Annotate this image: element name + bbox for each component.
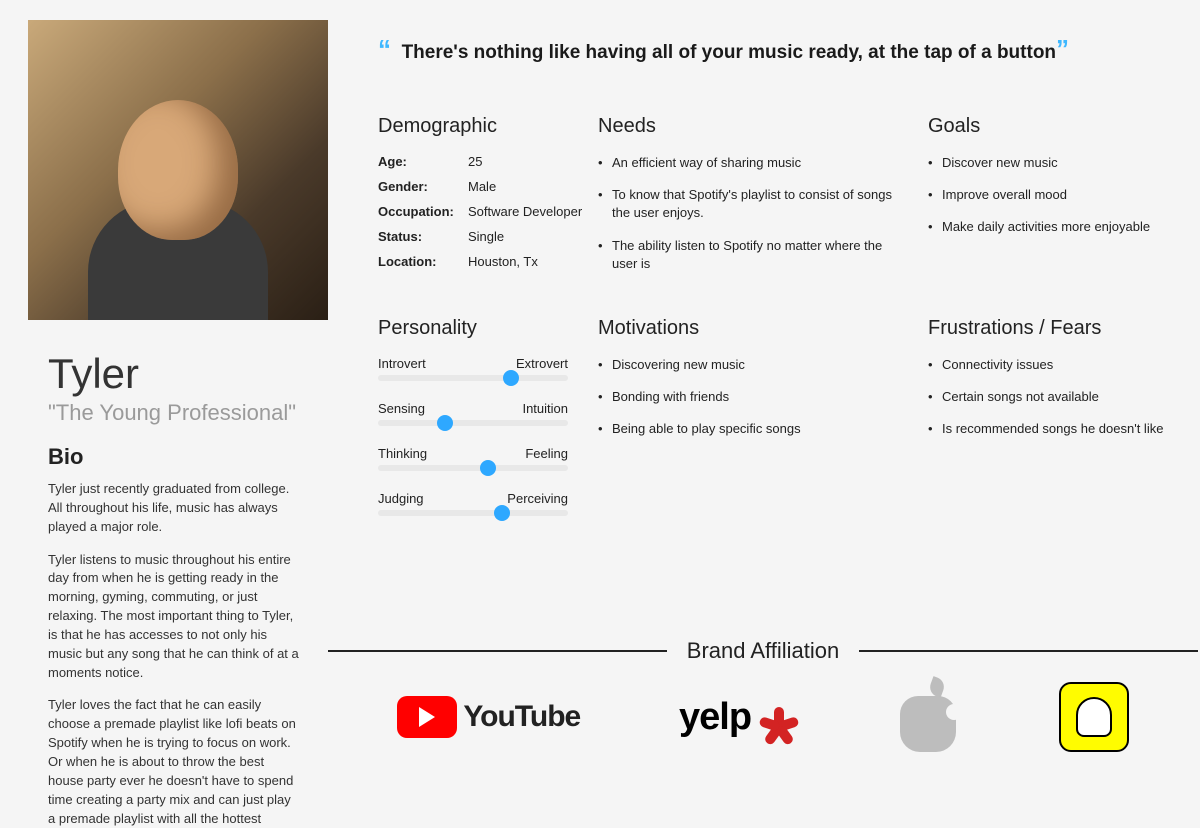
trait-right-label: Intuition xyxy=(522,401,568,416)
youtube-icon xyxy=(397,696,457,738)
goals-heading: Goals xyxy=(928,115,1198,138)
snapchat-ghost-icon xyxy=(1076,697,1112,737)
yelp-logo: yelp xyxy=(679,695,801,739)
personality-trait: Sensing Intuition xyxy=(378,401,568,426)
demographic-value: Male xyxy=(468,179,496,194)
trait-knob xyxy=(503,370,519,386)
list-item: Connectivity issues xyxy=(928,356,1178,374)
persona-photo xyxy=(28,20,328,320)
demographic-section: Demographic Age:25Gender:MaleOccupation:… xyxy=(378,115,598,287)
personality-trait: Introvert Extrovert xyxy=(378,356,568,381)
personality-trait: Thinking Feeling xyxy=(378,446,568,471)
motivations-heading: Motivations xyxy=(598,317,928,340)
youtube-logo: YouTube xyxy=(397,696,580,738)
trait-left-label: Judging xyxy=(378,491,424,506)
open-quote-icon: “ xyxy=(378,34,391,64)
frustrations-heading: Frustrations / Fears xyxy=(928,317,1198,340)
trait-right-label: Perceiving xyxy=(507,491,568,506)
trait-left-label: Sensing xyxy=(378,401,425,416)
trait-left-label: Introvert xyxy=(378,356,426,371)
trait-knob xyxy=(480,460,496,476)
divider xyxy=(859,650,1198,652)
bio-paragraph: Tyler just recently graduated from colle… xyxy=(48,480,300,537)
demographic-heading: Demographic xyxy=(378,115,598,138)
demographic-label: Age: xyxy=(378,154,468,169)
list-item: Discover new music xyxy=(928,154,1178,172)
demographic-label: Location: xyxy=(378,254,468,269)
demographic-value: 25 xyxy=(468,154,482,169)
trait-left-label: Thinking xyxy=(378,446,427,461)
needs-heading: Needs xyxy=(598,115,928,138)
bio-heading: Bio xyxy=(48,444,308,470)
demographic-row: Gender:Male xyxy=(378,179,598,194)
brand-heading: Brand Affiliation xyxy=(687,638,839,664)
quote-text: There's nothing like having all of your … xyxy=(402,42,1056,63)
personality-heading: Personality xyxy=(378,317,598,340)
main-content: “ There's nothing like having all of you… xyxy=(328,0,1200,776)
list-item: An efficient way of sharing music xyxy=(598,154,908,172)
yelp-burst-icon xyxy=(757,695,801,739)
needs-section: Needs An efficient way of sharing music T… xyxy=(598,115,928,287)
snapchat-logo xyxy=(1059,682,1129,752)
bio-paragraph: Tyler loves the fact that he can easily … xyxy=(48,696,300,828)
demographic-value: Software Developer xyxy=(468,204,582,219)
demographic-value: Houston, Tx xyxy=(468,254,538,269)
persona-quote: “ There's nothing like having all of you… xyxy=(378,34,1198,65)
list-item: The ability listen to Spotify no matter … xyxy=(598,237,908,273)
motivations-section: Motivations Discovering new music Bonding… xyxy=(598,317,928,536)
personality-section: Personality Introvert Extrovert Sensing Int… xyxy=(378,317,598,536)
demographic-value: Single xyxy=(468,229,504,244)
trait-slider xyxy=(378,375,568,381)
list-item: Certain songs not available xyxy=(928,388,1178,406)
apple-leaf-icon xyxy=(927,676,946,698)
list-item: Discovering new music xyxy=(598,356,908,374)
list-item: Bonding with friends xyxy=(598,388,908,406)
trait-knob xyxy=(437,415,453,431)
trait-knob xyxy=(494,505,510,521)
list-item: Improve overall mood xyxy=(928,186,1178,204)
trait-right-label: Extrovert xyxy=(516,356,568,371)
list-item: Being able to play specific songs xyxy=(598,420,908,438)
youtube-wordmark: YouTube xyxy=(463,700,580,734)
apple-logo xyxy=(900,682,960,752)
demographic-label: Status: xyxy=(378,229,468,244)
yelp-wordmark: yelp xyxy=(679,696,751,739)
persona-tagline: "The Young Professional" xyxy=(48,400,308,426)
list-item: Is recommended songs he doesn't like xyxy=(928,420,1178,438)
list-item: Make daily activities more enjoyable xyxy=(928,218,1178,236)
demographic-row: Status:Single xyxy=(378,229,598,244)
bio-paragraph: Tyler listens to music throughout his en… xyxy=(48,551,300,683)
sidebar: Tyler "The Young Professional" Bio Tyler… xyxy=(0,0,328,776)
list-item: To know that Spotify's playlist to consi… xyxy=(598,186,908,222)
trait-slider xyxy=(378,465,568,471)
close-quote-icon: ” xyxy=(1056,34,1069,64)
demographic-row: Age:25 xyxy=(378,154,598,169)
goals-section: Goals Discover new music Improve overall … xyxy=(928,115,1198,287)
divider xyxy=(328,650,667,652)
brand-affiliation-section: Brand Affiliation YouTube yelp xyxy=(328,638,1198,752)
trait-slider xyxy=(378,420,568,426)
trait-right-label: Feeling xyxy=(525,446,568,461)
apple-icon xyxy=(900,696,956,752)
persona-name: Tyler xyxy=(48,350,308,398)
trait-slider xyxy=(378,510,568,516)
personality-trait: Judging Perceiving xyxy=(378,491,568,516)
frustrations-section: Frustrations / Fears Connectivity issues… xyxy=(928,317,1198,536)
demographic-label: Occupation: xyxy=(378,204,468,219)
demographic-row: Occupation:Software Developer xyxy=(378,204,598,219)
demographic-label: Gender: xyxy=(378,179,468,194)
demographic-row: Location:Houston, Tx xyxy=(378,254,598,269)
